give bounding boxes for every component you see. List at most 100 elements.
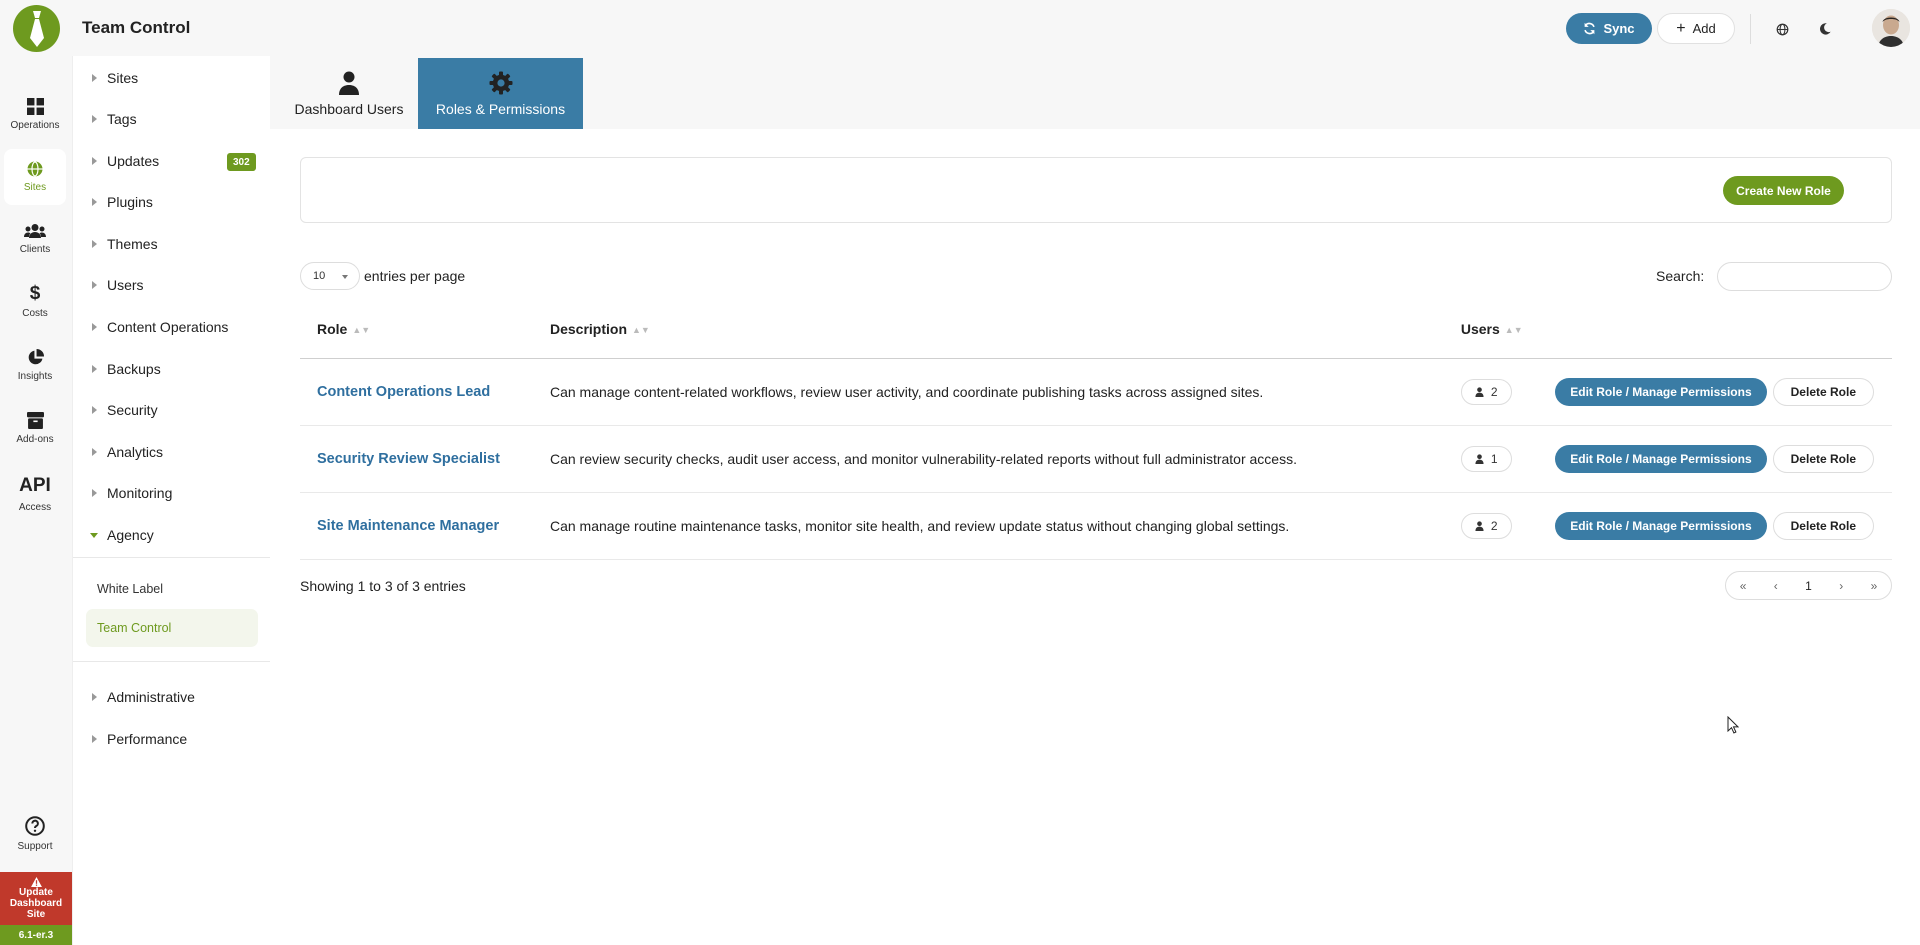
user-icon <box>1475 386 1484 397</box>
caret-right-icon <box>92 74 97 82</box>
column-header-actions <box>1538 300 1892 359</box>
sidebar-item-analytics[interactable]: Analytics <box>73 437 271 467</box>
rail-item-access[interactable]: API Access <box>4 466 66 522</box>
sidebar-subitem-team-control[interactable]: Team Control <box>86 609 258 647</box>
users-count-button[interactable]: 2 <box>1460 512 1512 539</box>
role-name-link[interactable]: Site Maintenance Manager <box>300 492 533 560</box>
sidebar-item-themes[interactable]: Themes <box>73 229 271 259</box>
roles-table: Role ▲▼ Description ▲▼ Users ▲▼ Content Ope… <box>300 300 1892 560</box>
update-dashboard-button[interactable]: Update Dashboard Site <box>0 872 72 925</box>
sync-icon <box>1584 22 1596 35</box>
sidebar-item-content-operations[interactable]: Content Operations <box>73 312 271 342</box>
column-header-description[interactable]: Description ▲▼ <box>532 300 1444 359</box>
users-cell: 2 <box>1443 492 1539 560</box>
delete-role-button[interactable]: Delete Role <box>1772 377 1874 406</box>
search-input[interactable] <box>1717 262 1892 291</box>
rail-label: Insights <box>17 370 53 382</box>
sidebar-item-security[interactable]: Security <box>73 395 271 425</box>
sidebar-item-backups[interactable]: Backups <box>73 354 271 384</box>
sidebar-item-performance[interactable]: Performance <box>73 724 271 754</box>
actions-cell: Edit Role / Manage Permissions Delete Ro… <box>1538 358 1892 426</box>
tab-label: Roles & Permissions <box>435 100 566 117</box>
avatar[interactable] <box>1872 9 1910 47</box>
side-menu: Sites Tags Updates 302 Plugins Themes Use… <box>72 56 271 945</box>
caret-right-icon <box>92 406 97 414</box>
caret-right-icon <box>92 693 97 701</box>
edit-role-button[interactable]: Edit Role / Manage Permissions <box>1555 377 1767 406</box>
mouse-cursor-icon <box>1727 716 1739 734</box>
sidebar-item-updates[interactable]: Updates 302 <box>73 146 271 176</box>
sidebar-item-label: Analytics <box>107 444 164 460</box>
moon-icon <box>1820 23 1831 35</box>
icon-rail: Operations Sites Clients $ Costs Insight… <box>0 56 72 945</box>
delete-role-button[interactable]: Delete Role <box>1772 444 1874 473</box>
create-new-role-button[interactable]: Create New Role <box>1723 176 1844 205</box>
role-name-link[interactable]: Security Review Specialist <box>300 425 533 493</box>
table-row: Security Review Specialist Can review se… <box>300 425 1892 493</box>
sidebar-subitem-white-label[interactable]: White Label <box>86 570 258 608</box>
rail-item-costs[interactable]: $ Costs <box>4 274 66 330</box>
user-icon <box>339 71 359 95</box>
question-icon <box>25 816 45 836</box>
edit-role-button[interactable]: Edit Role / Manage Permissions <box>1555 511 1767 540</box>
rail-item-support[interactable]: Support <box>4 806 66 862</box>
tab-label: Dashboard Users <box>294 100 404 117</box>
caret-right-icon <box>92 198 97 206</box>
sidebar-item-monitoring[interactable]: Monitoring <box>73 478 271 508</box>
dollar-icon: $ <box>29 283 41 304</box>
sidebar-item-tags[interactable]: Tags <box>73 104 271 134</box>
edit-role-button[interactable]: Edit Role / Manage Permissions <box>1555 444 1767 473</box>
next-page-button[interactable]: › <box>1839 579 1843 593</box>
rail-label: Add-ons <box>16 433 54 445</box>
rail-item-add-ons[interactable]: Add-ons <box>4 400 66 456</box>
divider <box>1750 14 1751 44</box>
rail-label: Sites <box>23 182 47 193</box>
pagination: « ‹ 1 › » <box>1725 571 1892 600</box>
update-dashboard-label: Update Dashboard Site <box>9 887 63 920</box>
language-globe-button[interactable] <box>1767 14 1797 44</box>
chevron-down-icon <box>342 275 348 279</box>
role-name-link[interactable]: Content Operations Lead <box>300 358 533 426</box>
tab-roles-permissions[interactable]: Roles & Permissions <box>418 58 583 129</box>
sidebar-item-label: Plugins <box>107 194 153 210</box>
first-page-button[interactable]: « <box>1740 579 1747 593</box>
table-info: Showing 1 to 3 of 3 entries <box>300 578 466 594</box>
row-actions: Edit Role / Manage Permissions Delete Ro… <box>1555 444 1892 473</box>
sidebar-item-administrative[interactable]: Administrative <box>73 682 271 712</box>
sidebar-item-users[interactable]: Users <box>73 270 271 300</box>
rail-item-sites[interactable]: Sites <box>4 149 66 205</box>
logo[interactable] <box>13 5 60 52</box>
actions-cell: Edit Role / Manage Permissions Delete Ro… <box>1538 425 1892 493</box>
rail-item-clients[interactable]: Clients <box>4 211 66 267</box>
prev-page-button[interactable]: ‹ <box>1774 579 1778 593</box>
sidebar-item-sites[interactable]: Sites <box>73 63 271 93</box>
entries-per-page-select[interactable]: 10 <box>300 262 360 290</box>
users-count: 1 <box>1490 451 1498 466</box>
updates-count-badge: 302 <box>227 153 256 171</box>
sidebar-item-plugins[interactable]: Plugins <box>73 187 271 217</box>
last-page-button[interactable]: » <box>1871 579 1878 593</box>
users-cell: 2 <box>1443 358 1539 426</box>
sidebar-item-agency[interactable]: Agency <box>73 520 271 550</box>
users-count-button[interactable]: 2 <box>1460 378 1512 405</box>
sync-button[interactable]: Sync <box>1566 13 1652 44</box>
rail-label: Costs <box>22 308 48 319</box>
rail-item-operations[interactable]: Operations <box>4 86 66 142</box>
users-count-button[interactable]: 1 <box>1460 445 1512 472</box>
column-header-users[interactable]: Users ▲▼ <box>1443 300 1539 359</box>
globe-icon <box>1776 23 1788 35</box>
pie-chart-icon <box>28 348 44 364</box>
current-page-button[interactable]: 1 <box>1805 579 1812 593</box>
add-button[interactable]: + Add <box>1657 13 1735 44</box>
menu-divider <box>73 557 271 558</box>
delete-role-button[interactable]: Delete Role <box>1772 511 1874 540</box>
menu-divider <box>73 661 271 662</box>
table-row: Site Maintenance Manager Can manage rout… <box>300 492 1892 560</box>
api-icon: API <box>19 475 51 496</box>
column-header-role[interactable]: Role ▲▼ <box>300 300 533 359</box>
tab-dashboard-users[interactable]: Dashboard Users <box>276 58 422 129</box>
sidebar-item-label: Agency <box>107 527 154 543</box>
rail-item-insights[interactable]: Insights <box>4 337 66 393</box>
tie-logo-icon <box>29 10 44 47</box>
dark-mode-toggle[interactable] <box>1810 14 1840 44</box>
